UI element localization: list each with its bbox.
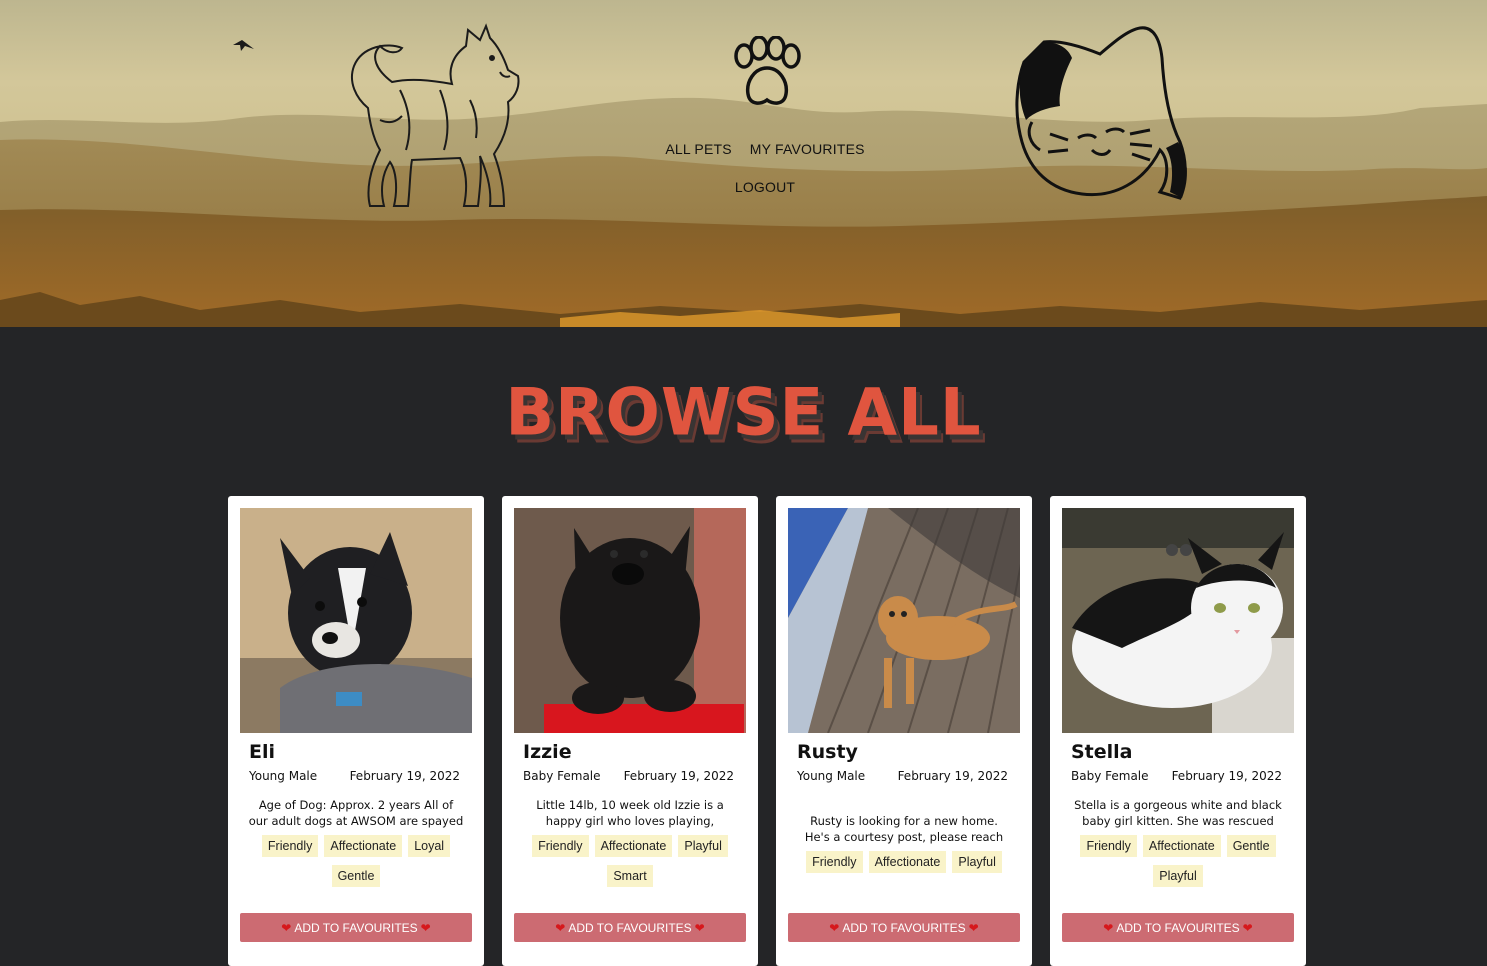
pet-meta: Young Male February 19, 2022 [788, 769, 1020, 783]
pet-age-gender: Young Male [249, 769, 318, 783]
pet-photo[interactable] [788, 508, 1020, 733]
pet-tag: Gentle [331, 865, 381, 887]
pet-date: February 19, 2022 [1171, 769, 1282, 783]
pet-name: Izzie [523, 741, 572, 763]
nav-row-top: ALL PETS MY FAVOURITES [650, 130, 880, 168]
pet-tags: Friendly Affectionate Playful Smart [532, 835, 728, 887]
pet-tag: Friendly [1080, 835, 1137, 857]
page-title: BROWSE ALL [505, 375, 982, 451]
pet-photo[interactable] [514, 508, 746, 733]
add-to-favourites-button[interactable]: ❤ ADD TO FAVOURITES ❤ [514, 913, 746, 942]
bird-icon [233, 40, 254, 51]
pet-tag: Smart [607, 865, 653, 887]
pet-photo[interactable] [1062, 508, 1294, 733]
pet-tag: Friendly [806, 851, 863, 873]
dog-sketch-illustration [350, 23, 520, 207]
heart-icon: ❤ [555, 920, 566, 935]
pet-date: February 19, 2022 [623, 769, 734, 783]
add-to-favourites-button[interactable]: ❤ ADD TO FAVOURITES ❤ [240, 913, 472, 942]
pet-tag: Friendly [261, 835, 319, 857]
nav-all-pets-link[interactable]: ALL PETS [665, 141, 731, 157]
pet-tag: Loyal [408, 835, 451, 857]
add-to-favourites-label: ADD TO FAVOURITES [1116, 920, 1240, 935]
pet-description[interactable]: Rusty is looking for a new home. He's a … [796, 813, 1012, 845]
pet-description[interactable]: Stella is a gorgeous white and black bab… [1070, 797, 1286, 829]
pet-tag: Gentle [1226, 835, 1276, 857]
pet-card-grid: Eli Young Male February 19, 2022 Age of … [228, 496, 1306, 966]
pet-meta: Young Male February 19, 2022 [240, 769, 472, 783]
nav-row-bottom: LOGOUT [650, 168, 880, 206]
pet-meta: Baby Female February 19, 2022 [514, 769, 746, 783]
pet-card: Rusty Young Male February 19, 2022 Rusty… [776, 496, 1032, 966]
pet-photo[interactable] [240, 508, 472, 733]
pet-card: Stella Baby Female February 19, 2022 Ste… [1050, 496, 1306, 966]
pet-age-gender: Baby Female [523, 769, 601, 783]
pet-description[interactable]: Little 14lb, 10 week old Izzie is a happ… [522, 797, 738, 829]
pet-date: February 19, 2022 [897, 769, 1008, 783]
pet-name: Rusty [797, 741, 858, 763]
heart-icon: ❤ [1103, 920, 1114, 935]
paw-logo-icon[interactable] [728, 36, 806, 108]
browse-heading-wrap: BROWSE ALL [0, 375, 1487, 451]
heart-icon: ❤ [1242, 920, 1253, 935]
pet-tag: Playful [678, 835, 728, 857]
heart-icon: ❤ [968, 920, 979, 935]
pet-age-gender: Baby Female [1071, 769, 1149, 783]
pet-description[interactable]: Age of Dog: Approx. 2 years All of our a… [248, 797, 464, 829]
pet-meta: Baby Female February 19, 2022 [1062, 769, 1294, 783]
pet-tag: Playful [1153, 865, 1203, 887]
pet-card: Izzie Baby Female February 19, 2022 Litt… [502, 496, 758, 966]
add-to-favourites-label: ADD TO FAVOURITES [842, 920, 966, 935]
heart-icon: ❤ [420, 920, 431, 935]
pet-tag: Friendly [532, 835, 589, 857]
add-to-favourites-button[interactable]: ❤ ADD TO FAVOURITES ❤ [1062, 913, 1294, 942]
nav-logout-link[interactable]: LOGOUT [735, 179, 795, 195]
heart-icon: ❤ [829, 920, 840, 935]
pet-age-gender: Young Male [797, 769, 866, 783]
heart-icon: ❤ [694, 920, 705, 935]
cat-illustration [1015, 26, 1187, 200]
pet-tags: Friendly Affectionate Gentle Playful [1080, 835, 1276, 887]
pet-tag: Affectionate [594, 835, 673, 857]
add-to-favourites-label: ADD TO FAVOURITES [294, 920, 418, 935]
add-to-favourites-button[interactable]: ❤ ADD TO FAVOURITES ❤ [788, 913, 1020, 942]
main-nav: ALL PETS MY FAVOURITES LOGOUT [650, 130, 880, 206]
add-to-favourites-label: ADD TO FAVOURITES [568, 920, 692, 935]
pet-name: Stella [1071, 741, 1133, 763]
pet-tag: Playful [952, 851, 1002, 873]
pet-name: Eli [249, 741, 276, 763]
nav-my-favourites-link[interactable]: MY FAVOURITES [750, 141, 865, 157]
pet-tags: Friendly Affectionate Playful [806, 851, 1002, 873]
pet-tag: Affectionate [868, 851, 947, 873]
pet-date: February 19, 2022 [349, 769, 460, 783]
hero-banner: ALL PETS MY FAVOURITES LOGOUT [0, 0, 1487, 327]
pet-tags: Friendly Affectionate Loyal Gentle [258, 835, 454, 887]
pet-tag: Affectionate [1142, 835, 1221, 857]
pet-card: Eli Young Male February 19, 2022 Age of … [228, 496, 484, 966]
heart-icon: ❤ [281, 920, 292, 935]
pet-tag: Affectionate [324, 835, 403, 857]
